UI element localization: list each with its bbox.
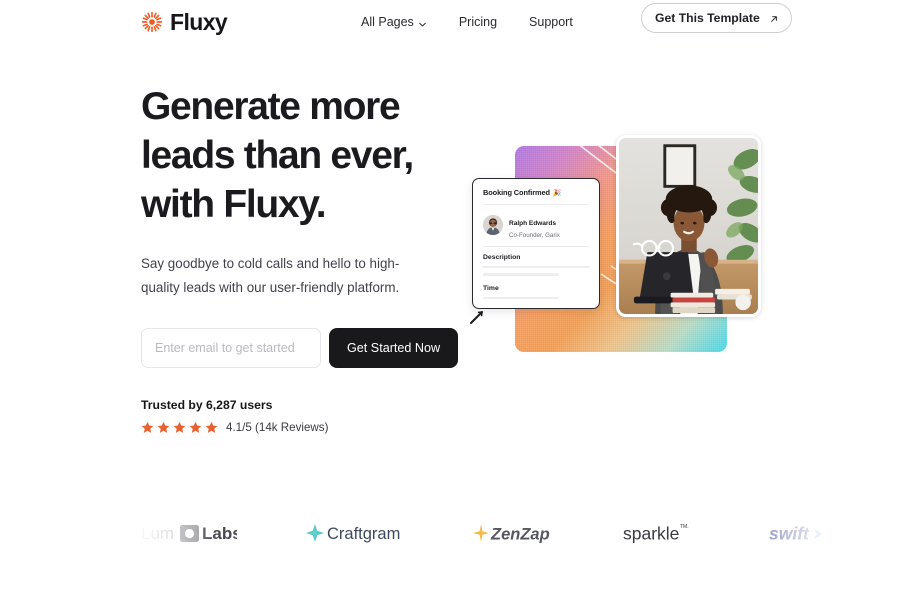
booking-time-label: Time xyxy=(483,284,499,292)
svg-text:Lum: Lum xyxy=(141,524,174,543)
divider xyxy=(483,204,589,205)
rating-row: 4.1/5 (14k Reviews) xyxy=(141,421,441,434)
brand-logo[interactable]: Fluxy xyxy=(141,8,228,35)
rating-text: 4.1/5 (14k Reviews) xyxy=(226,421,329,434)
star-rating xyxy=(141,421,218,434)
cursor-arrow-icon xyxy=(463,306,489,332)
swift-logo: swift xyxy=(769,520,841,546)
party-popper-icon: 🎉 xyxy=(552,189,562,197)
svg-text:ZenZap: ZenZap xyxy=(490,526,550,544)
star-icon xyxy=(141,421,154,434)
get-this-template-button[interactable]: Get This Template xyxy=(641,3,792,33)
svg-text:TM.: TM. xyxy=(680,524,689,530)
nav-label-support: Support xyxy=(529,15,573,29)
logo-track: Lum Labs Craftgram ZenZap sparkle TM. sw… xyxy=(141,512,898,554)
get-started-now-button[interactable]: Get Started Now xyxy=(329,328,459,368)
hero-visual: Booking Confirmed 🎉 Ralph Edwards Co-Fou… xyxy=(455,128,785,373)
brand-name: Fluxy xyxy=(170,8,228,35)
email-input[interactable] xyxy=(141,328,321,368)
hero-signup-form: Get Started Now xyxy=(141,328,459,368)
divider xyxy=(483,245,589,247)
hero-content: Generate more leads than ever, with Flux… xyxy=(141,82,459,434)
chevron-down-icon xyxy=(418,18,427,27)
svg-text:Craftgram: Craftgram xyxy=(327,525,400,543)
hero-subheadline: Say goodbye to cold calls and hello to h… xyxy=(141,256,400,295)
hero-headline: Generate more leads than ever, with Flux… xyxy=(141,85,414,226)
booking-card-title: Booking Confirmed xyxy=(483,188,550,197)
arrow-up-right-icon xyxy=(769,13,779,23)
booking-confirmed-card: Booking Confirmed 🎉 Ralph Edwards Co-Fou… xyxy=(472,178,600,309)
star-icon xyxy=(189,421,202,434)
svg-text:swift: swift xyxy=(769,524,810,544)
craftgram-logo: Craftgram xyxy=(303,520,403,546)
landing-page: Fluxy All Pages Pricing Support Get This… xyxy=(0,0,898,600)
booking-person-name: Ralph Edwards xyxy=(509,220,556,227)
star-icon xyxy=(173,421,186,434)
nav-item-pricing[interactable]: Pricing xyxy=(459,15,497,29)
nav-label-all-pages: All Pages xyxy=(361,15,414,29)
woman-at-laptop-photo xyxy=(616,135,761,317)
booking-description-label: Description xyxy=(483,253,521,261)
svg-text:sparkle: sparkle xyxy=(623,524,679,544)
sparkle-logo: sparkle TM. xyxy=(623,520,703,546)
booking-person-role: Co-Founder, Garix xyxy=(509,231,560,239)
avatar xyxy=(483,215,503,236)
booking-person: Ralph Edwards Co-Founder, Garix xyxy=(483,212,589,239)
lumlabs-logo: Lum Labs xyxy=(141,520,237,546)
site-header: Fluxy All Pages Pricing Support Get This… xyxy=(0,0,898,44)
trusted-by-text: Trusted by 6,287 users xyxy=(141,398,273,412)
client-logo-strip: Lum Labs Craftgram ZenZap sparkle TM. sw… xyxy=(0,512,898,554)
svg-text:Labs: Labs xyxy=(202,524,237,543)
nav-label-pricing: Pricing xyxy=(458,15,498,29)
star-icon xyxy=(205,421,218,434)
skeleton-bar xyxy=(483,296,560,300)
star-icon xyxy=(157,421,170,434)
starburst-icon xyxy=(141,11,163,33)
main-navigation: All Pages Pricing Support xyxy=(361,15,573,29)
booking-card-title-row: Booking Confirmed 🎉 xyxy=(483,188,589,197)
skeleton-bar xyxy=(483,265,589,269)
nav-item-all-pages[interactable]: All Pages xyxy=(361,15,427,29)
zenzap-logo: ZenZap xyxy=(469,520,557,546)
get-this-template-label: Get This Template xyxy=(655,11,760,25)
nav-item-support[interactable]: Support xyxy=(529,15,573,29)
